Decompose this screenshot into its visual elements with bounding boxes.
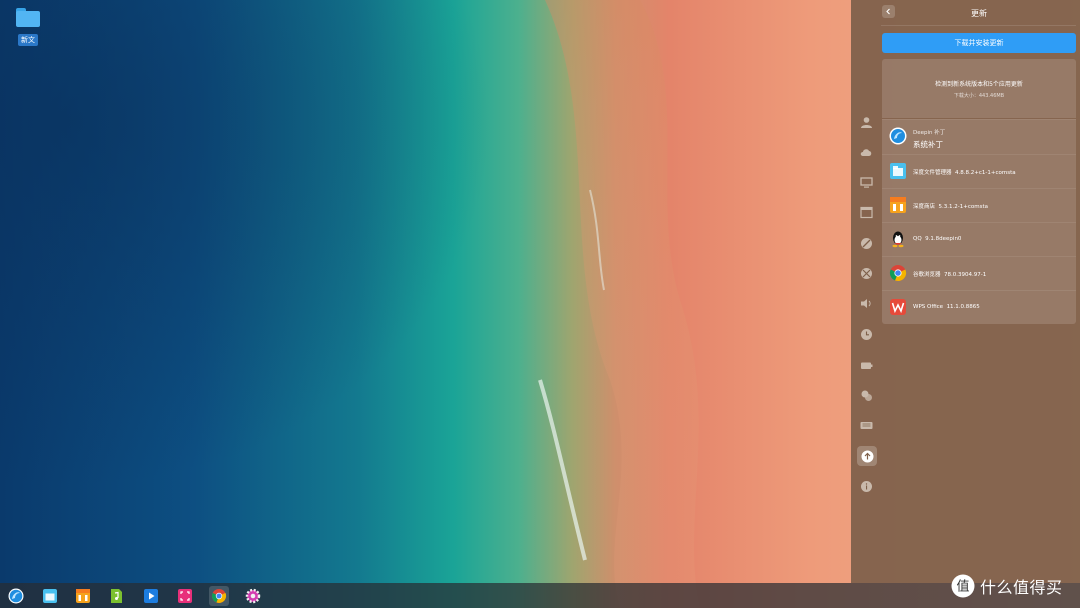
update-name: QQ bbox=[913, 236, 922, 242]
update-item-qq[interactable]: QQ 9.1.8deepin0 bbox=[882, 222, 1076, 256]
accounts-icon[interactable] bbox=[860, 116, 873, 129]
file-manager-icon bbox=[890, 163, 906, 179]
update-title: Deepin 补丁 bbox=[913, 130, 946, 136]
update-name: WPS Office bbox=[913, 304, 944, 310]
update-item-file-manager[interactable]: 深度文件管理器 4.8.8.2+c1-1+comsta bbox=[882, 154, 1076, 188]
personalization-icon[interactable] bbox=[860, 237, 873, 250]
update-name: 深度商店 bbox=[913, 204, 936, 210]
update-subtitle: 系统补丁 bbox=[913, 140, 943, 149]
update-summary: 检测到新系统版本和5个应用更新 下载大小：443.46MB bbox=[882, 59, 1076, 118]
page-title: 更新 bbox=[971, 9, 987, 18]
watermark-text: 什么值得买 bbox=[980, 578, 1063, 597]
display-icon[interactable] bbox=[860, 176, 873, 189]
update-icon[interactable] bbox=[857, 446, 877, 466]
music-icon bbox=[111, 589, 122, 603]
sound-icon[interactable] bbox=[860, 297, 873, 310]
update-label: QQ 9.1.8deepin0 bbox=[913, 236, 961, 242]
update-version: 78.0.3904.97-1 bbox=[944, 272, 987, 278]
control-center-sidebar bbox=[851, 0, 881, 583]
dock-settings[interactable] bbox=[243, 586, 263, 606]
folder-icon bbox=[16, 8, 40, 27]
update-version: 11.1.0.8865 bbox=[946, 304, 980, 310]
watermark-badge: 值 bbox=[956, 579, 969, 595]
update-version: 4.8.8.2+c1-1+comsta bbox=[955, 170, 1016, 176]
network-icon[interactable] bbox=[860, 267, 873, 280]
dock-launcher[interactable] bbox=[6, 586, 26, 606]
update-label: 深度商店 5.3.1.2-1+comsta bbox=[913, 202, 988, 210]
download-install-button[interactable]: 下载并安装更新 bbox=[882, 33, 1076, 53]
update-item-app-store[interactable]: 深度商店 5.3.1.2-1+comsta bbox=[882, 188, 1076, 222]
update-label: 谷歌浏览器 78.0.3904.97-1 bbox=[913, 270, 986, 278]
datetime-icon[interactable] bbox=[860, 328, 873, 341]
app-store-icon bbox=[890, 197, 906, 213]
watermark-logo-icon: 值 bbox=[951, 574, 975, 598]
gear-icon bbox=[245, 588, 261, 604]
watermark: 值 什么值得买 bbox=[951, 574, 1063, 598]
update-version: 5.3.1.2-1+comsta bbox=[938, 204, 988, 210]
update-label: 深度文件管理器 4.8.8.2+c1-1+comsta bbox=[913, 168, 1016, 176]
update-item-wps[interactable]: WPS Office 11.1.0.8865 bbox=[882, 290, 1076, 324]
update-label: WPS Office 11.1.0.8865 bbox=[913, 304, 980, 310]
update-item-chrome[interactable]: 谷歌浏览器 78.0.3904.97-1 bbox=[882, 256, 1076, 290]
file-manager-icon bbox=[43, 589, 57, 603]
mouse-icon[interactable] bbox=[860, 389, 873, 402]
deepin-launcher-icon bbox=[8, 588, 24, 604]
update-download-size: 下载大小：443.46MB bbox=[953, 93, 1005, 99]
update-summary-message: 检测到新系统版本和5个应用更新 bbox=[935, 81, 1023, 88]
cloud-icon[interactable] bbox=[860, 146, 873, 159]
wps-icon bbox=[890, 299, 906, 315]
screenshot-icon bbox=[178, 589, 192, 603]
default-apps-icon[interactable] bbox=[860, 206, 873, 219]
dock-chrome[interactable] bbox=[209, 586, 229, 606]
video-player-icon bbox=[144, 589, 158, 603]
title-divider bbox=[881, 25, 1076, 26]
dock-app-store[interactable] bbox=[73, 586, 93, 606]
system-info-icon[interactable] bbox=[860, 480, 873, 493]
power-icon[interactable] bbox=[860, 359, 873, 372]
update-name: 谷歌浏览器 bbox=[913, 272, 941, 278]
desktop-folder[interactable]: 新文 bbox=[12, 8, 44, 46]
dock-music[interactable] bbox=[106, 586, 126, 606]
chrome-icon bbox=[889, 265, 907, 282]
update-name: 深度文件管理器 bbox=[913, 170, 952, 176]
dock-file-manager[interactable] bbox=[40, 586, 60, 606]
deepin-icon bbox=[889, 127, 907, 145]
dock-movie[interactable] bbox=[141, 586, 161, 606]
qq-icon bbox=[892, 231, 904, 248]
app-store-icon bbox=[76, 589, 90, 603]
chrome-icon bbox=[211, 589, 227, 603]
desktop-folder-label: 新文 bbox=[18, 34, 38, 46]
update-item-deepin[interactable]: Deepin 补丁 系统补丁 bbox=[882, 119, 1076, 154]
update-version: 9.1.8deepin0 bbox=[925, 236, 962, 242]
dock-screenshot[interactable] bbox=[175, 586, 195, 606]
keyboard-icon[interactable] bbox=[860, 419, 873, 432]
taskbar-dock bbox=[0, 583, 1080, 608]
